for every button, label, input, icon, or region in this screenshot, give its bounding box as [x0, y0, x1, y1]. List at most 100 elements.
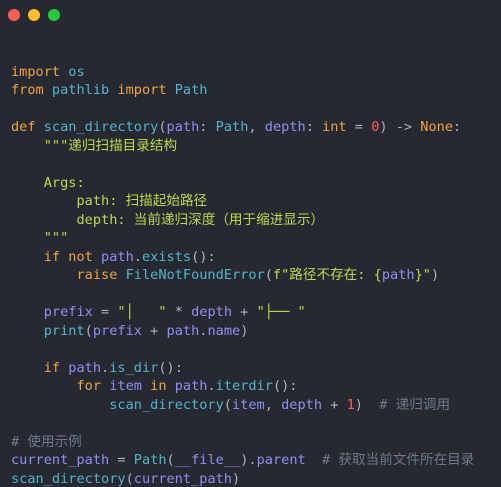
code-token-plain: ( — [84, 322, 93, 339]
code-token-plain: : — [453, 119, 462, 135]
code-line: """ — [11, 229, 474, 248]
code-line: import os — [11, 63, 474, 82]
code-token-string: f"路径不存在: { — [272, 267, 382, 283]
code-token-variable: path — [60, 359, 102, 376]
code-line: print(prefix + path.name) — [11, 322, 474, 341]
code-line: """递归扫描目录结构 — [11, 137, 474, 156]
code-token-keyword: in — [150, 378, 167, 394]
code-token-keyword: if not — [43, 248, 93, 265]
code-token-param: path — [166, 119, 200, 135]
code-token-keyword: for — [76, 378, 102, 394]
code-token-plain: ) — [354, 396, 380, 413]
code-line: if path.is_dir(): — [11, 359, 474, 378]
code-token-variable: depth — [281, 396, 323, 413]
code-token-plain: = — [92, 304, 118, 320]
code-token-comment: # 获取当前文件所在目录 — [322, 452, 475, 468]
minimize-dot-icon[interactable] — [28, 9, 40, 21]
close-dot-icon[interactable] — [8, 9, 20, 21]
code-token-plain: ). — [240, 452, 257, 468]
code-token-keyword: import — [117, 82, 167, 98]
code-token-func: exists — [141, 248, 192, 265]
code-token-plain: = — [109, 452, 134, 468]
code-token-func: print — [43, 322, 85, 339]
code-token-plain: (): — [272, 378, 298, 394]
code-token-type: int — [322, 119, 347, 135]
code-token-func: Path — [166, 82, 208, 98]
code-token-func: iterdir — [215, 378, 273, 394]
code-token-plain: . — [101, 359, 110, 376]
code-line: raise FileNotFoundError(f"路径不存在: {path}"… — [11, 266, 474, 285]
code-line: for item in path.iterdir(): — [11, 377, 474, 396]
code-token-variable: prefix — [11, 304, 93, 320]
code-line: scan_directory(item, depth + 1) # 递归调用 — [11, 396, 474, 415]
code-token-plain: (): — [158, 359, 183, 376]
code-token-func: FileNotFoundError — [117, 267, 265, 283]
code-token-keyword: if — [43, 359, 61, 376]
code-line: from pathlib import Path — [11, 81, 474, 100]
code-line: current_path = Path(__file__).parent # 获… — [11, 451, 474, 470]
code-line: Args: — [11, 174, 474, 193]
code-token-func: scan_directory — [109, 396, 224, 413]
code-token-string: "├── " — [256, 304, 306, 320]
code-token-keyword: raise — [76, 267, 118, 283]
code-token-plain: : — [305, 119, 323, 135]
code-token-string: Args: — [11, 174, 85, 191]
code-token-plain: + — [232, 304, 257, 320]
code-line: scan_directory(current_path) — [11, 470, 474, 487]
code-token-func: os — [60, 63, 85, 80]
code-token-plain: ) — [231, 470, 241, 487]
code-window: import os from pathlib import Path def sc… — [0, 0, 501, 487]
code-token-comment: # 递归调用 — [379, 396, 451, 413]
code-token-string: "│ " — [117, 304, 167, 320]
code-line: def scan_directory(path: Path, depth: in… — [11, 118, 474, 137]
code-token-plain: : — [199, 119, 216, 135]
code-token-func: pathlib — [43, 82, 118, 98]
code-token-plain: ( — [125, 470, 134, 487]
code-token-variable: item — [231, 396, 265, 413]
window-titlebar — [0, 0, 501, 30]
code-block: import os from pathlib import Path def sc… — [11, 44, 474, 487]
code-token-func: is_dir — [109, 359, 159, 376]
code-token-variable: depth — [191, 304, 232, 320]
code-line: depth: 当前递归深度（用于缩进显示） — [11, 211, 474, 230]
code-token-func: Path — [133, 452, 167, 468]
code-token-plain: , — [264, 396, 282, 413]
code-token-plain: + — [141, 322, 167, 339]
code-token-plain: + — [322, 396, 347, 413]
code-token-param: depth — [264, 119, 306, 135]
code-token-plain: ( — [158, 119, 167, 135]
code-token-func: Path — [215, 119, 249, 135]
code-token-plain: , — [248, 119, 265, 135]
code-token-plain: . — [207, 378, 216, 394]
code-token-comment: # 使用示例 — [11, 433, 82, 450]
code-token-variable: __file__ — [174, 452, 241, 468]
code-token-string: path: 扫描起始路径 — [11, 193, 208, 209]
code-token-plain: ( — [223, 396, 232, 413]
code-token-variable: path — [92, 248, 134, 265]
code-token-keyword: None — [420, 119, 454, 135]
maximize-dot-icon[interactable] — [48, 9, 60, 21]
code-token-number: 1 — [346, 396, 355, 413]
code-token-string: depth: 当前递归深度（用于缩进显示） — [11, 211, 325, 228]
code-line: # 使用示例 — [11, 433, 474, 452]
code-token-string: """ — [11, 230, 69, 246]
code-token-plain: = — [346, 119, 372, 135]
code-token-plain: ( — [264, 267, 273, 283]
code-line: if not path.exists(): — [11, 248, 474, 267]
code-token-func: scan_directory — [35, 119, 159, 135]
code-token-keyword: from — [11, 82, 44, 98]
code-token-variable: current_path — [11, 452, 110, 468]
code-token-keyword: import — [11, 63, 61, 80]
code-token-variable: item — [101, 378, 151, 394]
